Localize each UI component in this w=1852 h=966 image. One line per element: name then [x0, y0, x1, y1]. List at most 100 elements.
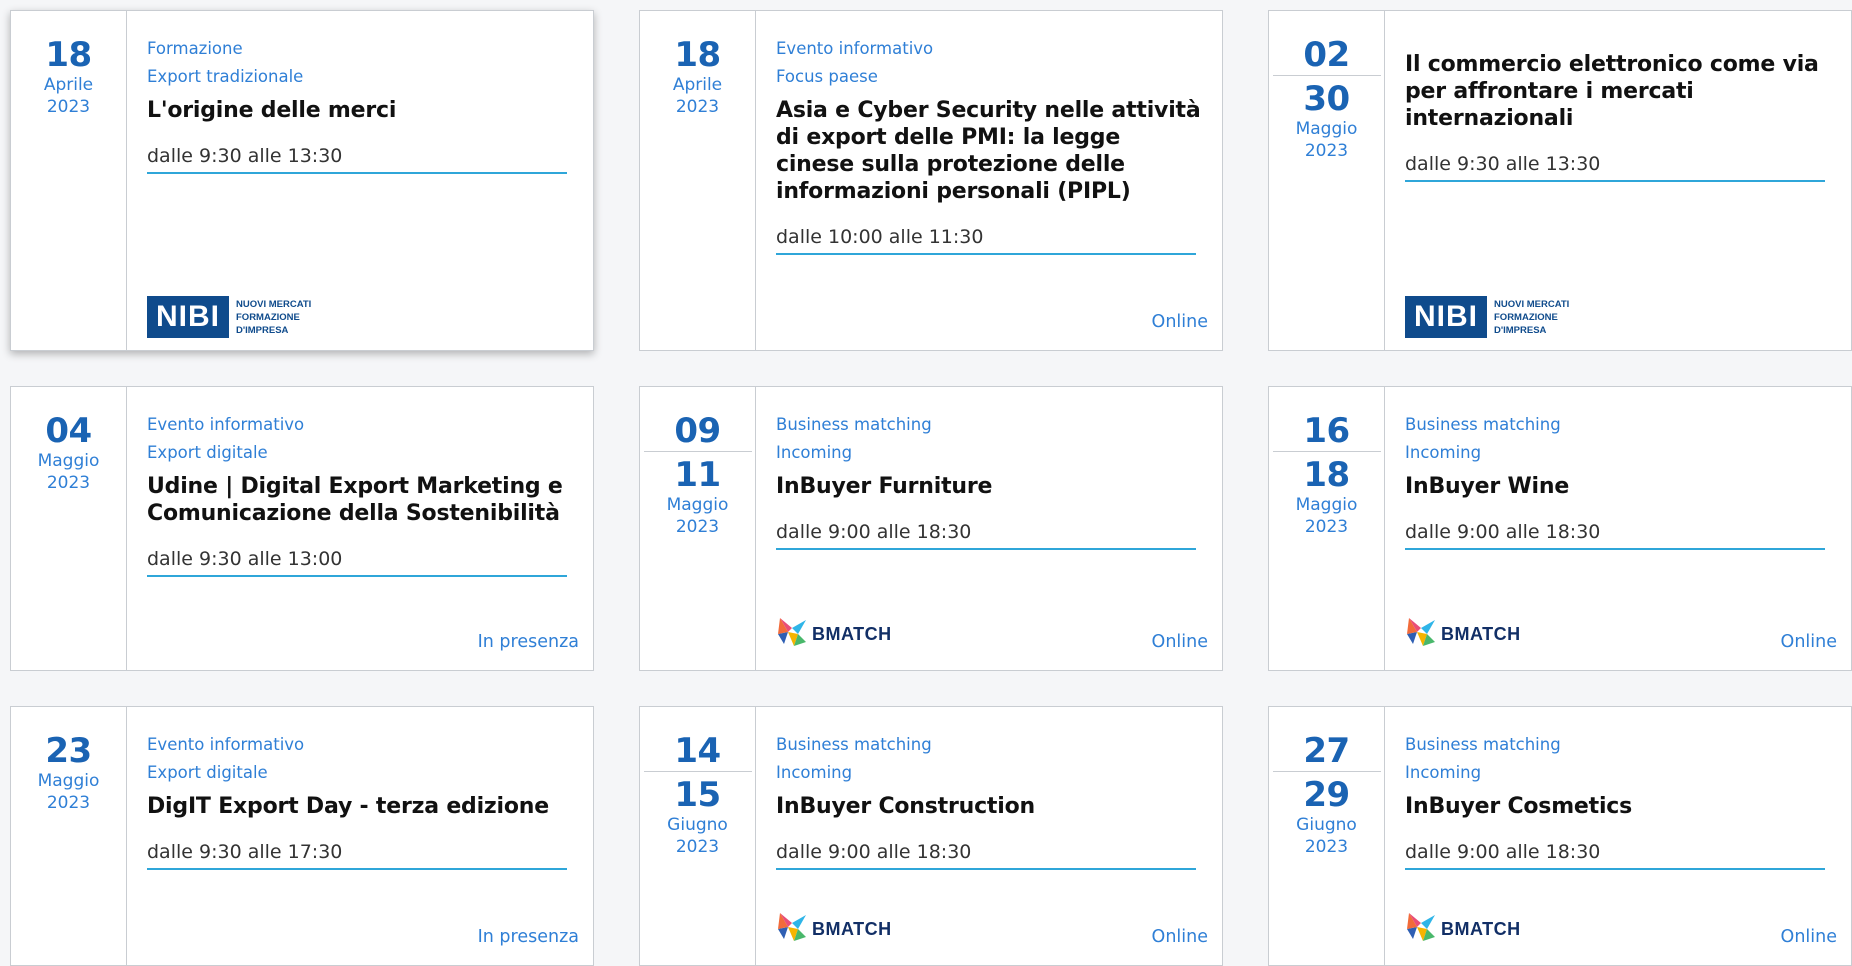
- event-body: Evento informativo Export digitale DigIT E…: [127, 707, 593, 965]
- event-start-day: 14: [674, 731, 721, 771]
- event-title[interactable]: L'origine delle merci: [147, 97, 573, 124]
- event-card[interactable]: 23 Maggio 2023 Evento informativo Export dig…: [10, 706, 594, 966]
- event-title[interactable]: InBuyer Construction: [776, 793, 1202, 820]
- event-year: 2023: [46, 473, 91, 493]
- event-time: dalle 9:00 alle 18:30: [1405, 840, 1825, 870]
- event-year: 2023: [1304, 517, 1349, 537]
- event-month: Maggio: [1295, 119, 1358, 139]
- event-body: Il commercio elettronico come via per af…: [1385, 11, 1851, 350]
- event-body: Business matching Incoming InBuyer Cosmeti…: [1385, 707, 1851, 965]
- event-title[interactable]: Udine | Digital Export Marketing e Comun…: [147, 473, 573, 527]
- event-month: Maggio: [37, 771, 100, 791]
- event-time: dalle 9:00 alle 18:30: [776, 520, 1196, 550]
- event-mode: Online: [1151, 632, 1208, 652]
- bmatch-logo: BMATCH: [776, 911, 892, 947]
- event-card[interactable]: 04 Maggio 2023 Evento informativo Export dig…: [10, 386, 594, 671]
- nibi-logo-mark: NIBI: [1405, 296, 1487, 338]
- event-mode: In presenza: [477, 632, 579, 652]
- event-month: Maggio: [37, 451, 100, 471]
- bmatch-star-icon: [1405, 911, 1437, 947]
- event-category: Business matching: [1405, 735, 1561, 754]
- event-card[interactable]: 27 29 Giugno 2023 Business matching Incoming I…: [1268, 706, 1852, 966]
- event-date: 09 11 Maggio 2023: [640, 387, 756, 670]
- event-end-day: 18: [1303, 455, 1350, 495]
- bmatch-logo-text: BMATCH: [812, 623, 892, 644]
- event-card[interactable]: 14 15 Giugno 2023 Business matching Incoming I…: [639, 706, 1223, 966]
- event-card[interactable]: 18 Aprile 2023 Evento informativo Focus paes…: [639, 10, 1223, 351]
- nibi-logo-tagline: NUOVI MERCATI FORMAZIONE D'IMPRESA: [236, 298, 311, 337]
- event-end-day: 30: [1303, 79, 1350, 119]
- event-subcategory: Export tradizionale: [147, 67, 304, 86]
- event-subcategory: Focus paese: [776, 67, 878, 86]
- event-month: Aprile: [672, 75, 723, 95]
- bmatch-star-icon: [1405, 616, 1437, 652]
- event-mode: In presenza: [477, 927, 579, 947]
- event-time: dalle 9:30 alle 17:30: [147, 840, 567, 870]
- event-category: Evento informativo: [776, 39, 934, 58]
- date-divider: [1272, 771, 1381, 772]
- event-date: 16 18 Maggio 2023: [1269, 387, 1385, 670]
- event-end-day: 11: [674, 455, 721, 495]
- event-title[interactable]: InBuyer Cosmetics: [1405, 793, 1831, 820]
- nibi-logo: NIBI NUOVI MERCATI FORMAZIONE D'IMPRESA: [147, 296, 311, 338]
- event-category: Business matching: [776, 415, 932, 434]
- event-start-day: 16: [1303, 411, 1350, 451]
- event-subcategory: Incoming: [1405, 763, 1482, 782]
- event-year: 2023: [46, 97, 91, 117]
- event-time: dalle 9:30 alle 13:30: [1405, 152, 1825, 182]
- event-title[interactable]: InBuyer Furniture: [776, 473, 1202, 500]
- event-card[interactable]: 02 30 Maggio 2023 Il commercio elettronico c…: [1268, 10, 1852, 351]
- event-date: 23 Maggio 2023: [11, 707, 127, 965]
- event-category: Formazione: [147, 39, 243, 58]
- nibi-tagline-line: NUOVI MERCATI: [236, 298, 312, 310]
- event-start-day: 18: [45, 35, 92, 75]
- event-date: 18 Aprile 2023: [11, 11, 127, 350]
- event-month: Maggio: [1295, 495, 1358, 515]
- event-subcategory: Incoming: [776, 763, 853, 782]
- event-start-day: 23: [45, 731, 92, 771]
- event-year: 2023: [675, 837, 720, 857]
- bmatch-logo: BMATCH: [1405, 911, 1521, 947]
- bmatch-logo-text: BMATCH: [812, 918, 892, 939]
- date-divider: [643, 771, 752, 772]
- event-category: Business matching: [1405, 415, 1561, 434]
- event-date: 02 30 Maggio 2023: [1269, 11, 1385, 350]
- event-month: Giugno: [667, 815, 728, 835]
- event-mode: Online: [1780, 632, 1837, 652]
- event-card[interactable]: 18 Aprile 2023 Formazione Export tradizional…: [10, 10, 594, 351]
- nibi-tagline-line: FORMAZIONE: [1494, 311, 1558, 323]
- event-end-day: 15: [674, 775, 721, 815]
- event-mode: Online: [1151, 927, 1208, 947]
- nibi-tagline-line: D'IMPRESA: [236, 324, 289, 336]
- bmatch-logo: BMATCH: [776, 616, 892, 652]
- event-subcategory: Incoming: [1405, 443, 1482, 462]
- event-date: 18 Aprile 2023: [640, 11, 756, 350]
- date-divider: [1272, 75, 1381, 76]
- event-category: Evento informativo: [147, 415, 305, 434]
- nibi-tagline-line: FORMAZIONE: [236, 311, 300, 323]
- bmatch-logo-text: BMATCH: [1441, 623, 1521, 644]
- event-card[interactable]: 09 11 Maggio 2023 Business matching Incoming I…: [639, 386, 1223, 671]
- nibi-logo-tagline: NUOVI MERCATI FORMAZIONE D'IMPRESA: [1494, 298, 1569, 337]
- event-card[interactable]: 16 18 Maggio 2023 Business matching Incoming I…: [1268, 386, 1852, 671]
- event-title[interactable]: Asia e Cyber Security nelle attività di …: [776, 97, 1202, 205]
- event-title[interactable]: DigIT Export Day - terza edizione: [147, 793, 573, 820]
- event-date: 04 Maggio 2023: [11, 387, 127, 670]
- event-category: Evento informativo: [147, 735, 305, 754]
- event-year: 2023: [675, 517, 720, 537]
- event-body: Formazione Export tradizionale L'origine d…: [127, 11, 593, 350]
- event-title[interactable]: InBuyer Wine: [1405, 473, 1831, 500]
- bmatch-star-icon: [776, 911, 808, 947]
- event-start-day: 02: [1303, 35, 1350, 75]
- event-title[interactable]: Il commercio elettronico come via per af…: [1405, 51, 1831, 132]
- event-time: dalle 10:00 alle 11:30: [776, 225, 1196, 255]
- date-divider: [643, 451, 752, 452]
- event-mode: Online: [1151, 312, 1208, 332]
- nibi-tagline-line: D'IMPRESA: [1494, 324, 1547, 336]
- event-start-day: 09: [674, 411, 721, 451]
- event-subcategory: Export digitale: [147, 763, 268, 782]
- event-time: dalle 9:00 alle 18:30: [1405, 520, 1825, 550]
- nibi-logo: NIBI NUOVI MERCATI FORMAZIONE D'IMPRESA: [1405, 296, 1569, 338]
- event-time: dalle 9:30 alle 13:00: [147, 547, 567, 577]
- event-year: 2023: [1304, 141, 1349, 161]
